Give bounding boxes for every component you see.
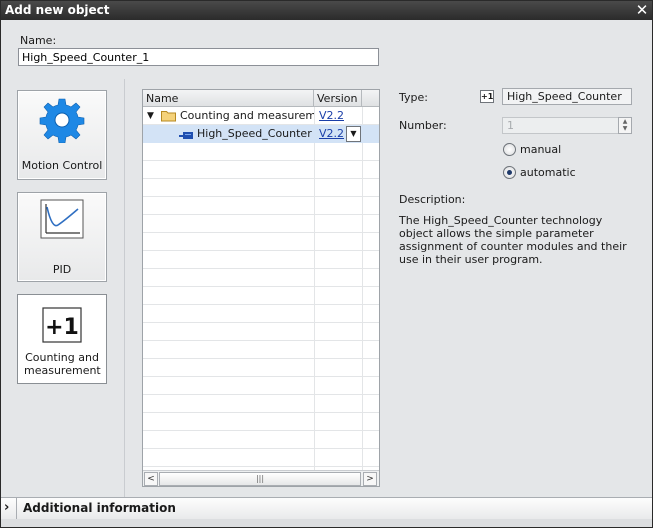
gear-icon	[39, 97, 85, 146]
radio-manual[interactable]	[503, 143, 516, 156]
folder-version-link[interactable]: V2.2	[319, 107, 344, 125]
scroll-right-icon[interactable]: >	[363, 472, 377, 486]
svg-text:+1: +1	[45, 315, 79, 340]
name-label: Name:	[20, 34, 57, 47]
tree-body: ▼ Counting and measurem... V2.2 High_Spe…	[143, 107, 379, 470]
motion-control-label: Motion Control	[21, 159, 103, 172]
dialog-title: Add new object	[5, 3, 110, 17]
number-field[interactable]: 1	[502, 117, 619, 134]
close-icon[interactable]: ✕	[634, 2, 650, 18]
title-bar: Add new object ✕	[1, 1, 652, 20]
scroll-left-icon[interactable]: <	[144, 472, 158, 486]
name-input[interactable]	[18, 48, 379, 66]
counting-measurement-button[interactable]: +1 Counting and measurement	[17, 294, 107, 384]
horizontal-scrollbar[interactable]: < ||| >	[143, 470, 379, 486]
version-dropdown-icon[interactable]: ▼	[346, 126, 361, 142]
object-tree: Name Version ▼ Counting and measurem... …	[142, 89, 380, 487]
plus-one-icon: +1	[42, 307, 82, 346]
additional-information-bar[interactable]: › Additional information	[1, 497, 652, 520]
motion-control-button[interactable]: Motion Control	[17, 90, 107, 180]
number-label: Number:	[399, 119, 447, 132]
column-divider	[314, 107, 315, 470]
type-field: High_Speed_Counter	[502, 88, 632, 105]
radio-automatic-label[interactable]: automatic	[520, 166, 576, 179]
additional-information-label[interactable]: Additional information	[23, 501, 176, 515]
column-header-name[interactable]: Name	[143, 90, 314, 107]
object-version-link[interactable]: V2.2	[319, 125, 344, 143]
add-new-object-dialog: Add new object ✕ Name: Motion Control	[0, 0, 653, 528]
radio-manual-label[interactable]: manual	[520, 143, 561, 156]
tree-row-folder[interactable]: ▼ Counting and measurem... V2.2	[143, 107, 379, 125]
divider	[16, 498, 17, 520]
bottom-strip	[1, 519, 652, 527]
pid-label: PID	[52, 263, 72, 276]
tree-row-object[interactable]: High_Speed_Counter V2.2 ▼	[143, 125, 379, 143]
description-label: Description:	[399, 193, 466, 206]
expand-triangle-icon[interactable]: ▼	[147, 107, 154, 125]
counting-measurement-label: Counting and measurement	[24, 351, 101, 377]
type-badge-icon: +1	[480, 90, 494, 103]
type-label: Type:	[399, 91, 428, 104]
radio-automatic[interactable]	[503, 166, 516, 179]
column-divider	[362, 107, 363, 470]
number-spinner-icon[interactable]: ▲ ▼	[618, 117, 632, 134]
description-text: The High_Speed_Counter technology object…	[399, 214, 627, 266]
technology-object-icon	[179, 129, 195, 139]
folder-name: Counting and measurem...	[180, 109, 314, 122]
object-name: High_Speed_Counter	[197, 127, 312, 140]
tree-header: Name Version	[143, 90, 379, 107]
column-header-version[interactable]: Version	[314, 90, 362, 107]
folder-icon	[161, 110, 176, 122]
category-panel: Motion Control PID +1 Counting and measu…	[1, 79, 125, 497]
scroll-thumb[interactable]: |||	[159, 472, 361, 486]
pid-button[interactable]: PID	[17, 192, 107, 282]
chevron-right-icon[interactable]: ›	[4, 500, 9, 515]
pid-curve-icon	[40, 199, 84, 242]
